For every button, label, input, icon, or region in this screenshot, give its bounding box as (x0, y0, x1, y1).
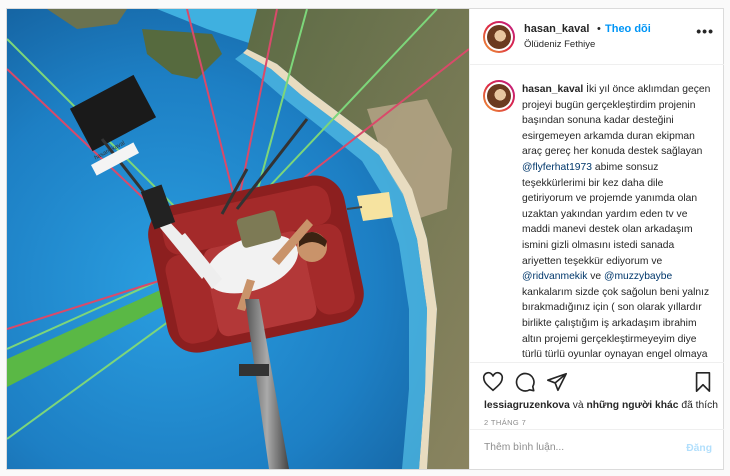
post-sidebar: hasan_kaval • Theo dõi Ölüdeniz Fethiye … (469, 9, 724, 469)
caption-segment: İki yıl önce aklımdan geçen projeyi bugü… (522, 84, 711, 158)
more-icon[interactable]: ••• (696, 23, 714, 39)
caption-segment: abime sonsuz teşekkürlerimi bir kez daha… (522, 161, 698, 267)
likes-line: lessiagruzenkova và những người khác đã … (484, 400, 718, 411)
username-link[interactable]: hasan_kaval (524, 23, 589, 35)
separator-dot: • (597, 23, 601, 35)
comment-input[interactable] (484, 442, 664, 453)
mention-link[interactable]: @flyferhat1973 (522, 162, 592, 173)
paraglider-couch-photo (7, 9, 469, 469)
caption-avatar[interactable] (483, 80, 515, 112)
share-icon[interactable] (546, 371, 568, 393)
caption-area: hasan_kaval İki yıl önce aklımdan geçen … (470, 66, 724, 362)
mention-link[interactable]: @ridvanmekik (522, 271, 587, 282)
caption-text: hasan_kaval İki yıl önce aklımdan geçen … (522, 82, 716, 362)
comment-icon[interactable] (514, 371, 536, 393)
likes-others-link[interactable]: những người khác (586, 400, 678, 411)
caption-segment: ve (587, 271, 604, 283)
comment-bar: Đăng (470, 429, 724, 469)
post-photo[interactable]: hasan_kaval (7, 9, 469, 469)
caption-username[interactable]: hasan_kaval (522, 84, 583, 95)
caption-segment: kankalarım sizde çok sağolun beni yalnız… (522, 286, 710, 361)
post-header: hasan_kaval • Theo dõi Ölüdeniz Fethiye … (470, 9, 724, 65)
avatar[interactable] (483, 21, 515, 53)
follow-button[interactable]: Theo dõi (605, 23, 651, 35)
post-comment-button[interactable]: Đăng (686, 443, 712, 454)
post-date[interactable]: 2 THÁNG 7 (484, 418, 526, 427)
mention-link[interactable]: @muzzybaybe (604, 271, 672, 282)
likes-and: và (569, 400, 587, 411)
liker-username[interactable]: lessiagruzenkova (484, 400, 570, 411)
instagram-post: hasan_kaval hasan_kaval • Theo dõi Ölüde… (6, 8, 724, 470)
location-link[interactable]: Ölüdeniz Fethiye (524, 39, 595, 50)
likes-suffix: đã thích (678, 400, 718, 411)
bookmark-icon[interactable] (692, 371, 714, 393)
action-bar (470, 362, 724, 396)
heart-icon[interactable] (482, 371, 504, 393)
